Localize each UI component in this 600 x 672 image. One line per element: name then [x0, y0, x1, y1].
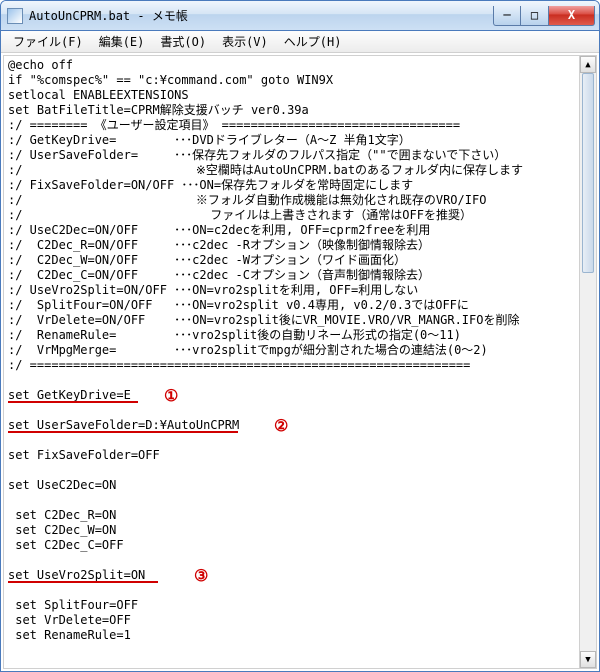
line: set RenameRule=1	[8, 628, 131, 642]
line: :/ ファイルは上書きされます（通常はOFFを推奨）	[8, 208, 472, 222]
maximize-button[interactable]: □	[521, 6, 549, 26]
line: set GetKeyDrive=E	[8, 388, 131, 402]
line: if "%comspec%" == "c:¥command.com" goto …	[8, 73, 333, 87]
menubar: ファイル(F) 編集(E) 書式(O) 表示(V) ヘルプ(H)	[1, 31, 599, 53]
line: :/ ======== 《ユーザー設定項目》 =================…	[8, 118, 460, 132]
text-content[interactable]: @echo off if "%comspec%" == "c:¥command.…	[4, 56, 596, 668]
line: :/ UserSaveFolder= ･･･保存先フォルダのフルパス指定（""で…	[8, 148, 506, 162]
scroll-down-button[interactable]: ▼	[580, 651, 596, 668]
menu-edit[interactable]: 編集(E)	[91, 31, 153, 52]
line: set C2Dec_R=ON	[8, 508, 116, 522]
line: :/ ※空欄時はAutoUnCPRM.batのあるフォルダ内に保存します	[8, 163, 523, 177]
titlebar[interactable]: AutoUnCPRM.bat - メモ帳 ─ □ X	[1, 1, 599, 31]
menu-help[interactable]: ヘルプ(H)	[276, 31, 350, 52]
line: :/ GetKeyDrive= ･･･DVDドライブレター（A～Z 半角1文字）	[8, 133, 411, 147]
line: set C2Dec_C=OFF	[8, 538, 124, 552]
line: :/ VrMpgMerge= ･･･vro2splitでmpgが細分割された場合…	[8, 343, 488, 357]
scroll-up-button[interactable]: ▲	[580, 56, 596, 73]
line: set VrDelete=OFF	[8, 613, 131, 627]
line: set UseC2Dec=ON	[8, 478, 116, 492]
line: set UserSaveFolder=D:¥AutoUnCPRM	[8, 418, 239, 432]
line: :/ VrDelete=ON/OFF ･･･ON=vro2split後にVR_M…	[8, 313, 519, 327]
notepad-window: AutoUnCPRM.bat - メモ帳 ─ □ X ファイル(F) 編集(E)…	[0, 0, 600, 672]
line: :/ C2Dec_C=ON/OFF ･･･c2dec -Cオプション（音声制御情…	[8, 268, 430, 282]
minimize-button[interactable]: ─	[493, 6, 521, 26]
line: :/ RenameRule= ･･･vro2split後の自動リネーム形式の指定…	[8, 328, 461, 342]
line: :/ FixSaveFolder=ON/OFF ･･･ON=保存先フォルダを常時…	[8, 178, 413, 192]
line: :/ UseVro2Split=ON/OFF ･･･ON=vro2splitを利…	[8, 283, 418, 297]
line: set FixSaveFolder=OFF	[8, 448, 160, 462]
line: set C2Dec_W=ON	[8, 523, 116, 537]
vertical-scrollbar[interactable]: ▲ ▼	[579, 56, 596, 668]
menu-format[interactable]: 書式(O)	[152, 31, 214, 52]
line: @echo off	[8, 58, 73, 72]
window-title: AutoUnCPRM.bat - メモ帳	[29, 7, 493, 24]
close-button[interactable]: X	[549, 6, 595, 26]
menu-file[interactable]: ファイル(F)	[5, 31, 91, 52]
line: :/ SplitFour=ON/OFF ･･･ON=vro2split v0.4…	[8, 298, 469, 312]
editor-area: @echo off if "%comspec%" == "c:¥command.…	[3, 55, 597, 669]
line: set SplitFour=OFF	[8, 598, 138, 612]
line: set BatFileTitle=CPRM解除支援バッチ ver0.39a	[8, 103, 309, 117]
line: :/ UseC2Dec=ON/OFF ･･･ON=c2decを利用, OFF=c…	[8, 223, 430, 237]
line: :/ C2Dec_W=ON/OFF ･･･c2dec -Wオプション（ワイド画面…	[8, 253, 406, 267]
line: setlocal ENABLEEXTENSIONS	[8, 88, 189, 102]
line: set UseVro2Split=ON	[8, 568, 145, 582]
app-icon	[7, 8, 23, 24]
line: :/ =====================================…	[8, 358, 470, 372]
scroll-thumb[interactable]	[582, 73, 594, 273]
window-buttons: ─ □ X	[493, 6, 595, 26]
menu-view[interactable]: 表示(V)	[214, 31, 276, 52]
line: :/ ※フォルダ自動作成機能は無効化され既存のVRO/IFO	[8, 193, 486, 207]
line: :/ C2Dec_R=ON/OFF ･･･c2dec -Rオプション（映像制御情…	[8, 238, 430, 252]
